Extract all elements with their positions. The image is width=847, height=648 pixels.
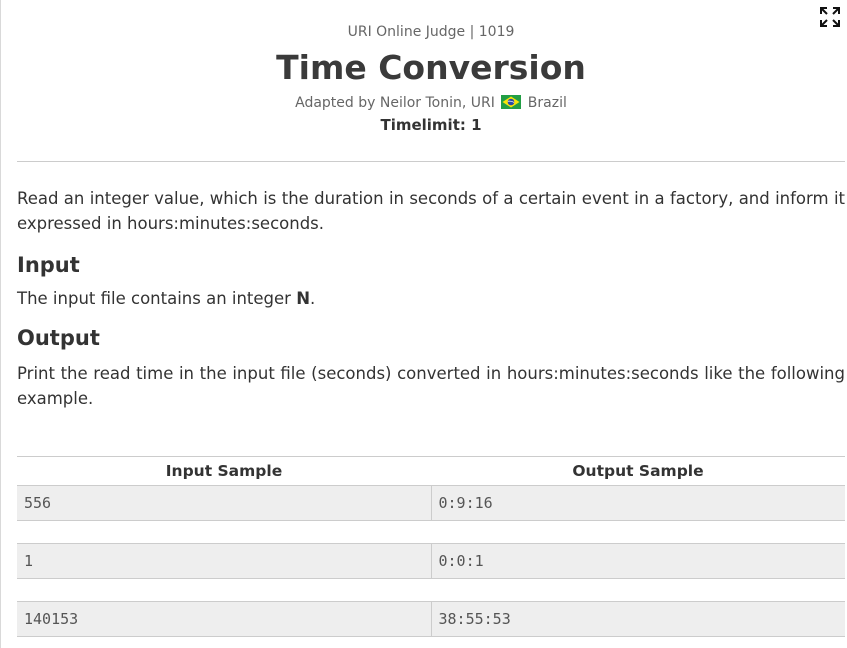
sample-output-cell: 0:9:16: [430, 486, 846, 520]
input-description: The input file contains an integer N.: [17, 286, 845, 311]
problem-author: Adapted by Neilor Tonin, URI Brazil: [17, 93, 845, 113]
sample-output-cell: 38:55:53: [430, 602, 846, 636]
problem-timelimit: Timelimit: 1: [380, 116, 482, 134]
sample-row: 140153 38:55:53: [17, 601, 845, 637]
problem-header: URI Online Judge | 1019 Time Conversion …: [17, 22, 845, 137]
output-heading: Output: [17, 326, 100, 350]
sample-row: 556 0:9:16: [17, 485, 845, 521]
output-description: Print the read time in the input file (s…: [17, 364, 845, 408]
output-sample-header: Output Sample: [572, 462, 704, 480]
input-variable: N: [296, 289, 311, 308]
samples-table: Input Sample Output Sample 556 0:9:16 1 …: [17, 456, 845, 648]
problem-breadcrumb: URI Online Judge | 1019: [347, 24, 515, 40]
input-text-prefix: The input file contains an integer: [17, 289, 297, 308]
sample-input-cell: 140153: [24, 610, 79, 628]
sample-output-cell: 0:0:1: [430, 544, 846, 578]
problem-title: Time Conversion: [276, 48, 586, 87]
problem-panel: URI Online Judge | 1019 Time Conversion …: [0, 0, 847, 648]
input-text-suffix: .: [310, 289, 316, 308]
sample-input-cell: 1: [24, 552, 34, 570]
problem-statement: Read an integer value, which is the dura…: [17, 186, 845, 411]
author-text: Adapted by Neilor Tonin, URI: [295, 95, 495, 111]
input-heading: Input: [17, 253, 80, 277]
problem-description: Read an integer value, which is the dura…: [17, 189, 845, 233]
author-country: Brazil: [527, 95, 567, 111]
samples-header-row: Input Sample Output Sample: [17, 456, 845, 485]
sample-row: 1 0:0:1: [17, 543, 845, 579]
input-sample-header: Input Sample: [165, 462, 283, 480]
brazil-flag-icon: [501, 95, 522, 109]
sample-input-cell: 556: [24, 494, 52, 512]
header-divider: [17, 161, 845, 162]
